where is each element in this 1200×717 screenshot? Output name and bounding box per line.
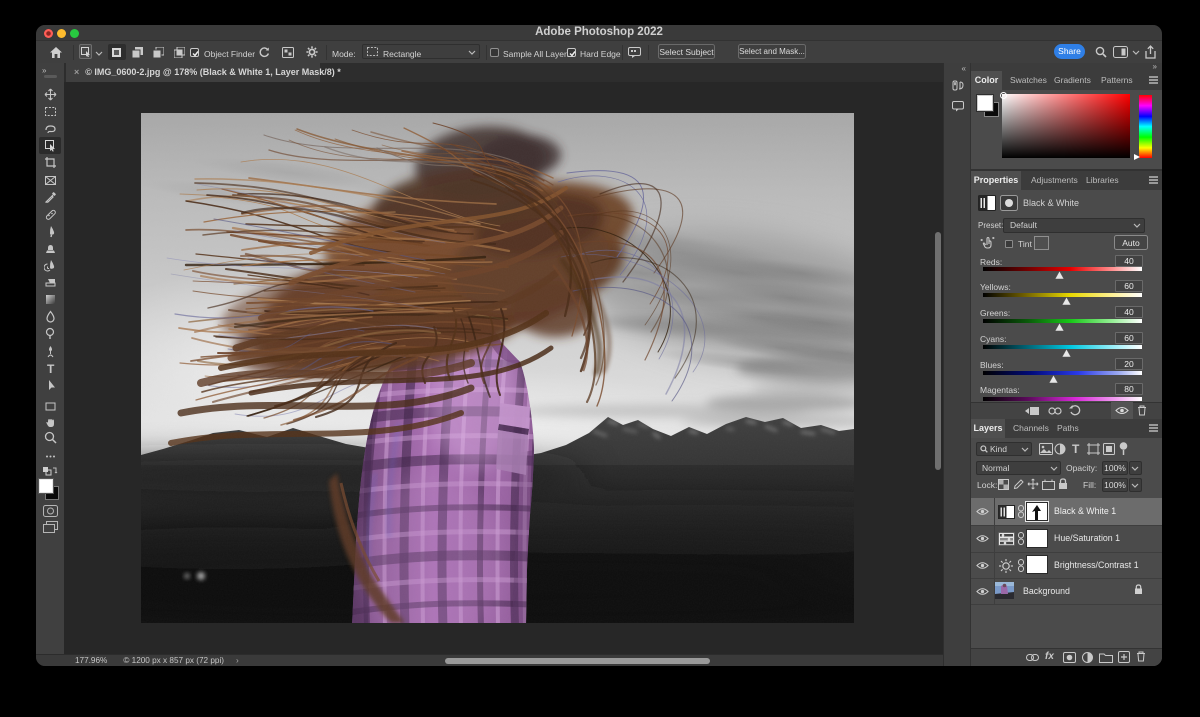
svg-text:T: T bbox=[47, 362, 55, 375]
